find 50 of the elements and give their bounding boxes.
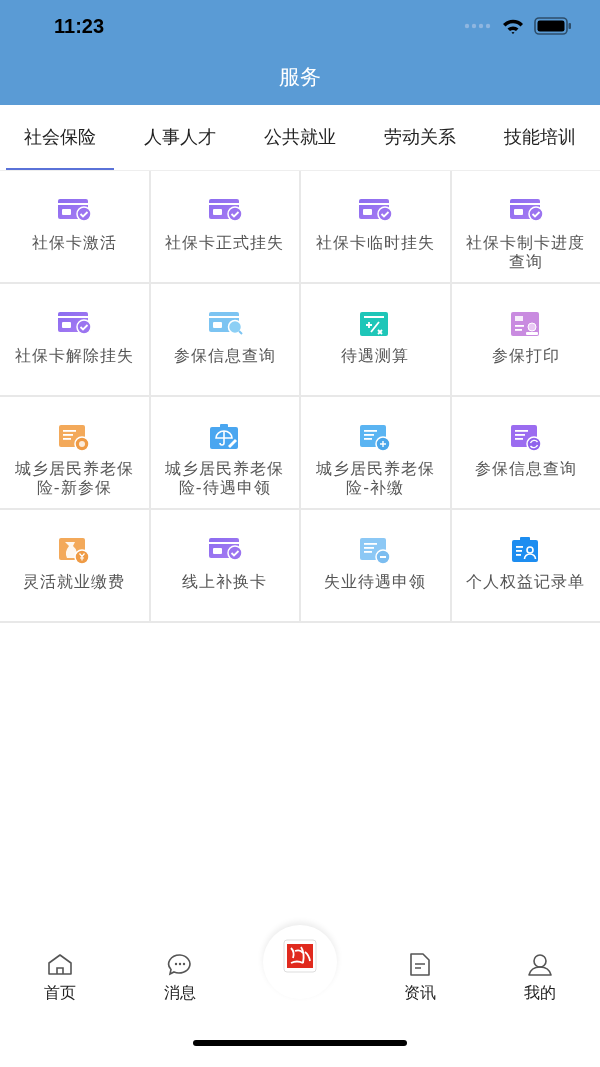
nav-tab[interactable]: 资讯 (360, 952, 480, 1004)
category-tab[interactable]: 人事人才 (126, 105, 234, 170)
service-item[interactable]: 城乡居民养老保险-新参保 (0, 397, 149, 508)
service-item[interactable]: 线上补换卡 (150, 510, 299, 621)
service-item[interactable]: 参保打印 (451, 284, 600, 395)
service-label: 社保卡正式挂失 (165, 233, 285, 252)
service-item[interactable]: 城乡居民养老保险-补缴 (301, 397, 450, 508)
user-icon (527, 952, 553, 978)
service-label: 社保卡激活 (31, 233, 117, 252)
service-item[interactable]: 参保信息查询 (150, 284, 299, 395)
category-tab[interactable]: 技能培训 (486, 105, 594, 170)
service-label: 城乡居民养老保险-新参保 (13, 459, 135, 497)
service-item[interactable]: 社保卡制卡进度查询 (451, 171, 600, 282)
seal-logo-icon (283, 939, 317, 973)
service-label: 社保卡制卡进度查询 (465, 233, 587, 271)
service-item[interactable]: 社保卡正式挂失 (150, 171, 299, 282)
chat-bubble-icon (167, 952, 193, 978)
service-item[interactable]: 待遇测算 (301, 284, 450, 395)
service-item[interactable]: 社保卡解除挂失 (0, 284, 149, 395)
service-label: 个人权益记录单 (466, 572, 586, 591)
document-icon (407, 952, 433, 978)
service-item[interactable]: 失业待遇申领 (301, 510, 450, 621)
service-label: 参保打印 (491, 346, 560, 365)
nav-tab[interactable]: 首页 (0, 952, 120, 1004)
service-label: 线上补换卡 (182, 572, 268, 591)
service-label: 待遇测算 (341, 346, 410, 365)
nav-tab[interactable]: 消息 (120, 952, 240, 1004)
status-time: 11:23 (54, 14, 105, 38)
service-label: 城乡居民养老保险-待遇申领 (164, 459, 286, 497)
signal-icon (464, 22, 492, 30)
service-item[interactable]: 参保信息查询 (451, 397, 600, 508)
battery-icon (534, 17, 572, 35)
service-label: 参保信息查询 (173, 346, 276, 365)
wifi-icon (502, 18, 524, 34)
service-item[interactable]: 灵活就业缴费 (0, 510, 149, 621)
page-title: 服务 (278, 64, 322, 91)
service-label: 失业待遇申领 (324, 572, 427, 591)
nav-tab[interactable]: 我的 (480, 952, 600, 1004)
service-item[interactable]: 城乡居民养老保险-待遇申领 (150, 397, 299, 508)
service-item[interactable]: 个人权益记录单 (451, 510, 600, 621)
service-item[interactable]: 社保卡激活 (0, 171, 149, 282)
service-label: 社保卡解除挂失 (14, 346, 134, 365)
category-tab[interactable]: 劳动关系 (366, 105, 474, 170)
category-tab[interactable]: 公共就业 (246, 105, 354, 170)
home-icon (47, 952, 73, 978)
service-item[interactable]: 社保卡临时挂失 (301, 171, 450, 282)
service-label: 灵活就业缴费 (23, 572, 126, 591)
service-label: 社保卡临时挂失 (315, 233, 435, 252)
service-label: 参保信息查询 (474, 459, 577, 478)
service-label: 城乡居民养老保险-补缴 (314, 459, 436, 497)
